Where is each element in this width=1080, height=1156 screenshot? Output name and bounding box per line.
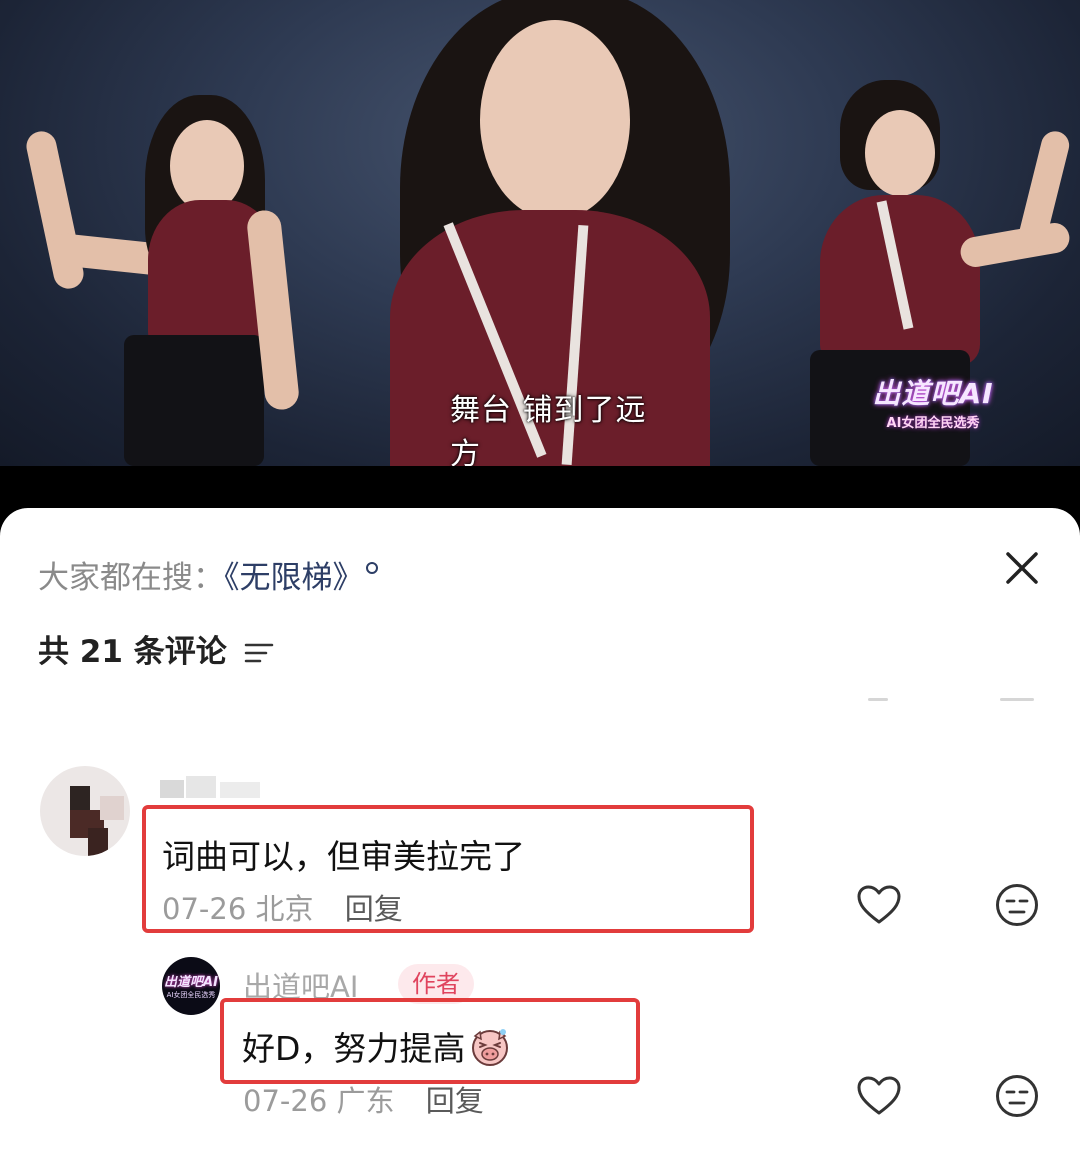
emoji-face-icon[interactable] [995,883,1039,927]
reply-location: 广东 [336,1084,395,1118]
author-avatar[interactable]: 出道吧AI AI女团全民选秀 [162,957,220,1015]
search-icon [365,562,378,574]
watermark-logo-text: 出道吧AI [872,377,994,410]
comment-count: 共 21 条评论 [38,634,227,670]
heart-icon[interactable] [856,884,902,926]
reply-text: 好D，努力提高 [242,1029,466,1068]
hot-search-term[interactable]: 《无限梯》 [224,560,364,596]
comment-count-header[interactable]: 共 21 条评论 [38,626,274,671]
hot-search-label: 大家都在搜： [38,560,224,596]
scrolled-content-edge [1000,698,1034,701]
pig-face-sticker-icon [469,1026,511,1068]
comment-location: 北京 [255,892,314,926]
reply-date: 07-26 [243,1084,328,1118]
comment-sheet: 大家都在搜：《无限梯》 共 21 条评论 词曲可以，但审美拉完了 07-26 北… [0,508,1080,1156]
filter-icon[interactable] [244,636,274,663]
comment-date: 07-26 [162,892,247,926]
username-redacted [160,772,280,802]
comment-text: 词曲可以，但审美拉完了 [162,837,525,876]
scrolled-content-edge [868,698,888,701]
video-figure-left [20,90,320,466]
watermark-logo-subtext: AI女团全民选秀 [886,416,980,431]
author-avatar-subtext: AI女团全民选秀 [166,991,216,999]
emoji-face-icon[interactable] [995,1074,1039,1118]
video-subtitle: 舞台 铺到了远方 [450,393,647,466]
reply-button[interactable]: 回复 [345,892,403,926]
heart-icon[interactable] [856,1075,902,1117]
video-player[interactable]: 舞台 铺到了远方 出道吧AI AI女团全民选秀 [0,0,1080,466]
watermark-logo: 出道吧AI AI女团全民选秀 [868,372,998,431]
reply-button[interactable]: 回复 [426,1084,484,1118]
hot-search-bar[interactable]: 大家都在搜：《无限梯》 [38,552,378,597]
close-icon[interactable] [1002,548,1042,588]
author-avatar-logo: 出道吧AI [164,975,218,990]
comment-meta: 07-26 北京 回复 [162,886,403,928]
reply-meta: 07-26 广东 回复 [243,1078,484,1120]
avatar[interactable] [40,766,130,856]
reply-comment: 好D，努力提高 [242,1022,511,1070]
